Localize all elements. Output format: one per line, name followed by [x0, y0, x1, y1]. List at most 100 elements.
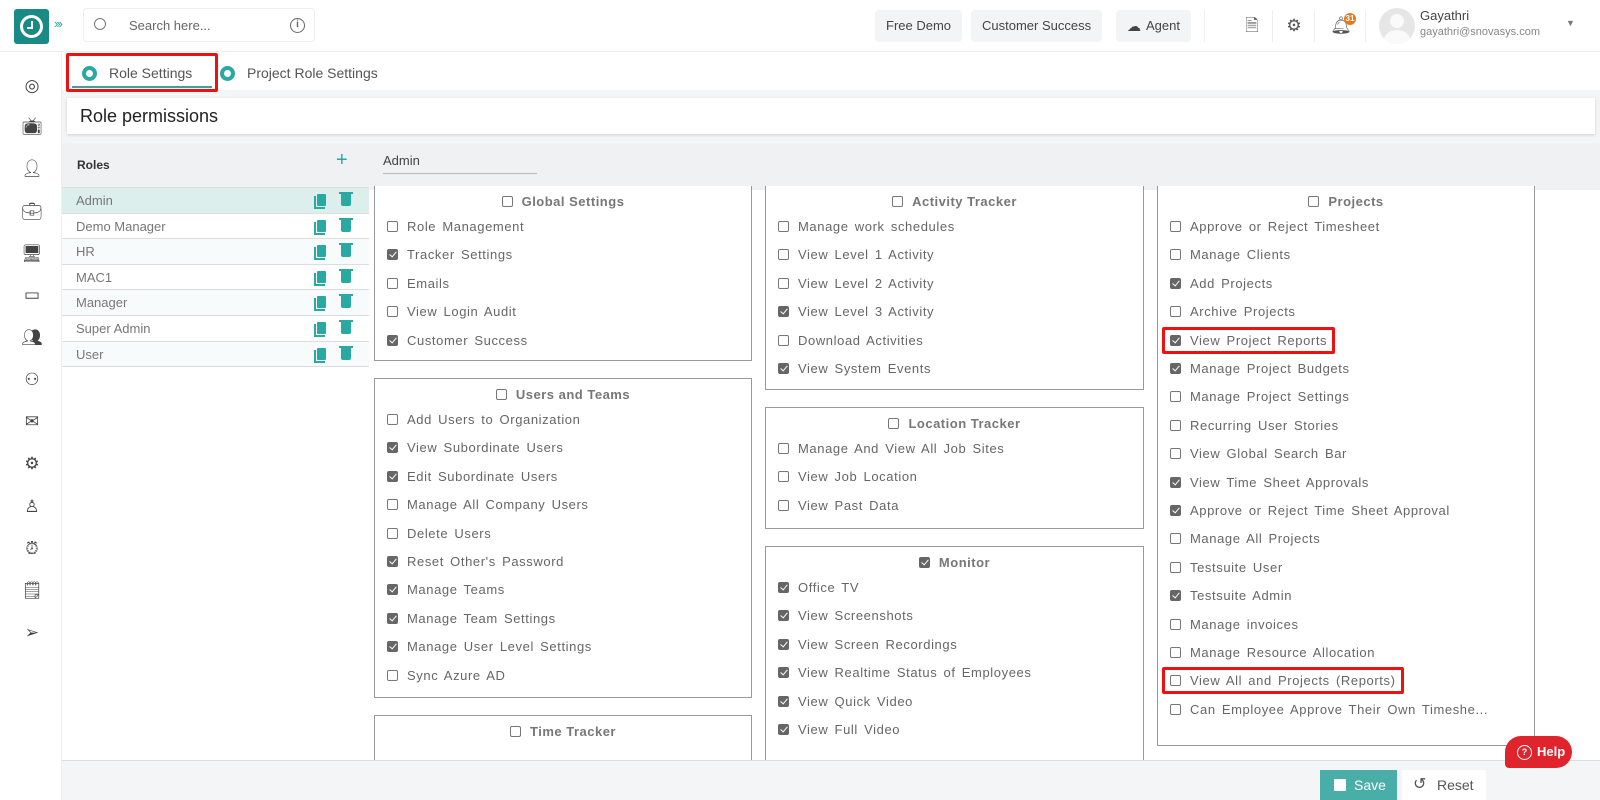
group-checkbox[interactable] [501, 196, 513, 208]
permission-checkbox[interactable] [778, 334, 789, 346]
search-box[interactable]: Search here... i [83, 8, 315, 42]
permission-checkbox[interactable] [387, 249, 398, 261]
permission-item[interactable]: Manage Clients [1170, 247, 1291, 262]
permission-checkbox[interactable] [1170, 306, 1181, 318]
permission-item[interactable]: Download Activities [778, 333, 923, 348]
permission-item[interactable]: Manage Project Settings [1170, 389, 1349, 404]
permission-item[interactable]: Manage Teams [387, 582, 505, 597]
permission-checkbox[interactable] [387, 669, 398, 681]
save-button[interactable]: Save [1320, 770, 1397, 800]
permission-item[interactable]: View Subordinate Users [387, 440, 563, 455]
permission-item[interactable]: View Job Location [778, 469, 917, 484]
info-icon[interactable]: i [290, 18, 305, 33]
permission-item[interactable]: Approve or Reject Time Sheet Approval [1170, 503, 1450, 518]
permission-item[interactable]: Manage All Projects [1170, 531, 1320, 546]
permission-checkbox[interactable] [1170, 476, 1181, 488]
user-name[interactable]: Gayathri [1420, 8, 1469, 23]
copy-icon[interactable] [314, 219, 326, 235]
trash-icon[interactable] [339, 217, 353, 232]
permission-checkbox[interactable] [1170, 590, 1181, 602]
mail-icon[interactable]: ✉ [20, 410, 44, 434]
copy-icon[interactable] [314, 245, 326, 261]
permission-item[interactable]: View Level 1 Activity [778, 247, 934, 262]
group-checkbox[interactable] [510, 726, 521, 738]
permission-item[interactable]: View Past Data [778, 498, 899, 513]
trash-icon[interactable] [339, 294, 353, 309]
settings-icon[interactable]: ⚙ [20, 452, 44, 476]
dashboard-icon[interactable]: ◎ [20, 74, 44, 98]
trash-icon[interactable] [339, 319, 353, 334]
permission-checkbox[interactable] [1170, 334, 1181, 346]
permission-item[interactable]: View Level 3 Activity [778, 304, 934, 319]
permission-checkbox[interactable] [1170, 221, 1181, 233]
permission-checkbox[interactable] [1170, 703, 1181, 715]
permission-item[interactable]: Add Users to Organization [387, 412, 580, 427]
permission-item[interactable]: View Full Video [778, 722, 900, 737]
group-title[interactable]: Activity Tracker [766, 194, 1143, 209]
permission-checkbox[interactable] [387, 442, 398, 454]
permission-item[interactable]: View Quick Video [778, 694, 913, 709]
permission-item[interactable]: Emails [387, 276, 450, 291]
permission-item[interactable]: View All and Projects (Reports) [1170, 673, 1396, 688]
role-item[interactable]: Admin [62, 188, 369, 214]
group-checkbox[interactable] [1308, 196, 1320, 208]
group-checkbox[interactable] [888, 418, 900, 430]
permission-checkbox[interactable] [778, 306, 789, 318]
send-icon[interactable]: ➢ [20, 621, 44, 645]
permission-item[interactable]: Office TV [778, 580, 859, 595]
permission-checkbox[interactable] [387, 527, 398, 539]
copy-icon[interactable] [314, 270, 326, 286]
permission-checkbox[interactable] [387, 584, 398, 596]
permission-checkbox[interactable] [1170, 391, 1181, 403]
permission-checkbox[interactable] [1170, 505, 1181, 517]
permission-item[interactable]: Manage work schedules [778, 219, 955, 234]
plus-icon[interactable]: + [336, 149, 348, 172]
permission-checkbox[interactable] [778, 443, 789, 455]
users-icon[interactable]: 👥︎ [20, 326, 44, 350]
tab-role-settings[interactable]: Role Settings [72, 58, 212, 88]
permission-checkbox[interactable] [778, 695, 789, 707]
copy-icon[interactable] [314, 194, 326, 209]
permission-checkbox[interactable] [1170, 448, 1181, 460]
trash-icon[interactable] [339, 268, 353, 283]
permission-item[interactable]: Testsuite User [1170, 560, 1283, 575]
copy-icon[interactable] [314, 296, 326, 312]
permission-checkbox[interactable] [387, 470, 398, 482]
permission-item[interactable]: Manage Project Budgets [1170, 361, 1350, 376]
credit-card-icon[interactable]: ▭ [20, 283, 44, 307]
copy-icon[interactable] [314, 321, 326, 337]
permission-checkbox[interactable] [778, 277, 789, 289]
group-checkbox[interactable] [892, 196, 904, 208]
role-item[interactable]: Super Admin [62, 315, 369, 342]
search-input[interactable]: Search here... [129, 18, 211, 33]
permission-item[interactable]: View Realtime Status of Employees [778, 665, 1032, 680]
role-item[interactable]: Manager [62, 290, 369, 316]
group-title[interactable]: Projects [1158, 194, 1534, 209]
permission-checkbox[interactable] [1170, 561, 1181, 573]
permission-checkbox[interactable] [387, 277, 398, 289]
permission-item[interactable]: Delete Users [387, 526, 491, 541]
permission-checkbox[interactable] [1170, 363, 1181, 375]
settings-icon[interactable]: ⚙ [1282, 14, 1306, 38]
permission-checkbox[interactable] [387, 556, 398, 568]
permission-item[interactable]: Manage Team Settings [387, 611, 556, 626]
permission-item[interactable]: Manage And View All Job Sites [778, 441, 1004, 456]
agent-button[interactable]: ☁ Agent [1116, 10, 1191, 42]
briefcase-icon[interactable]: 💼︎ [20, 200, 44, 224]
role-name-field[interactable]: Admin [383, 153, 537, 174]
trash-icon[interactable] [339, 192, 353, 206]
profile-icon[interactable]: ♙ [20, 495, 44, 519]
permission-item[interactable]: Manage invoices [1170, 617, 1299, 632]
permission-checkbox[interactable] [1170, 249, 1181, 261]
expand-sidebar-icon[interactable]: ››› [54, 16, 63, 31]
customer-success-button[interactable]: Customer Success [971, 10, 1103, 42]
permission-checkbox[interactable] [778, 499, 789, 511]
permission-checkbox[interactable] [778, 249, 789, 261]
permission-item[interactable]: View Login Audit [387, 304, 517, 319]
permission-item[interactable]: Approve or Reject Timesheet [1170, 219, 1380, 234]
permission-item[interactable]: Recurring User Stories [1170, 418, 1339, 433]
permission-item[interactable]: Reset Other's Password [387, 554, 564, 569]
trash-icon[interactable] [339, 345, 353, 360]
team-icon[interactable]: ⚇ [20, 368, 44, 392]
group-title[interactable]: Location Tracker [766, 416, 1143, 431]
